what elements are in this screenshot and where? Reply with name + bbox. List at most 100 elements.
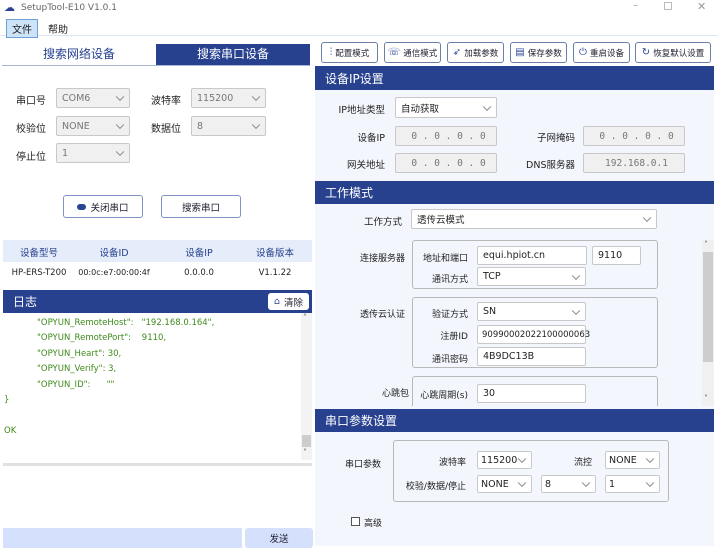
close-port-label: 关闭串口 bbox=[90, 202, 129, 214]
uart-section-header: 串口参数设置 bbox=[315, 409, 714, 432]
port-label: 串口号 bbox=[16, 96, 46, 107]
uart-baud-label: 波特率 bbox=[438, 458, 466, 468]
scroll-thumb[interactable] bbox=[703, 252, 713, 362]
scroll-up-icon[interactable]: ˄ bbox=[704, 240, 708, 249]
protocol-select[interactable]: TCP bbox=[477, 267, 586, 286]
verify-method-select[interactable]: SN bbox=[477, 302, 586, 321]
chevron-down-icon bbox=[482, 102, 492, 111]
device-ip-value: 0 . 0 . 0 . 0 bbox=[411, 130, 486, 142]
log-line: "OPYUN_RemoteHost": "192.168.0.164", bbox=[37, 318, 215, 328]
ip-type-label: IP地址类型 bbox=[338, 105, 385, 116]
ip-section-title: 设备IP设置 bbox=[325, 71, 384, 86]
minimize-button[interactable]: – bbox=[633, 0, 638, 11]
chevron-down-icon bbox=[645, 454, 655, 464]
gateway-label: 网关地址 bbox=[346, 160, 385, 171]
cell-model: HP-ERS-T200 bbox=[11, 268, 67, 278]
databits-select[interactable]: 8 bbox=[191, 116, 266, 136]
baud-label: 波特率 bbox=[151, 96, 181, 107]
flow-control-value: NONE bbox=[609, 454, 637, 466]
log-area[interactable]: "OPYUN_RemoteHost": "192.168.0.164", "OP… bbox=[3, 313, 312, 460]
flow-control-select[interactable]: NONE bbox=[605, 451, 660, 469]
search-port-label: 搜索串口 bbox=[181, 202, 220, 214]
search-port-button[interactable]: 搜索串口 bbox=[161, 195, 241, 218]
scroll-thumb[interactable] bbox=[302, 435, 311, 447]
tab-serial-search[interactable]: 搜索串口设备 bbox=[156, 44, 310, 65]
close-port-button[interactable]: 关闭串口 bbox=[63, 195, 143, 218]
uart-parity-select[interactable]: NONE bbox=[477, 475, 532, 493]
heartbeat-period-input[interactable]: 30 bbox=[477, 384, 586, 403]
port-value: COM6 bbox=[62, 92, 91, 104]
uart-databits-select[interactable]: 8 bbox=[541, 475, 596, 493]
uart-baud-select[interactable]: 115200 bbox=[477, 451, 532, 469]
restart-label: 重启设备 bbox=[589, 48, 624, 59]
power-icon: ⏻ bbox=[579, 47, 587, 58]
port-select[interactable]: COM6 bbox=[56, 88, 130, 108]
gateway-field[interactable]: 0 . 0 . 0 . 0 bbox=[395, 153, 497, 173]
close-button[interactable]: ✕ bbox=[697, 0, 706, 13]
ip-type-value: 自动获取 bbox=[401, 103, 440, 115]
advanced-checkbox[interactable] bbox=[351, 517, 360, 526]
save-icon: ▤ bbox=[515, 47, 525, 58]
server-port-input[interactable]: 9110 bbox=[592, 246, 641, 265]
chevron-down-icon bbox=[251, 92, 261, 102]
work-scrollbar[interactable]: ˄ ˅ bbox=[702, 240, 714, 406]
chevron-down-icon bbox=[251, 120, 261, 130]
work-section-title: 工作模式 bbox=[325, 186, 374, 200]
send-input[interactable] bbox=[3, 528, 242, 548]
stopbits-select[interactable]: 1 bbox=[56, 143, 130, 163]
ip-type-select[interactable]: 自动获取 bbox=[395, 97, 497, 118]
uart-stopbits-select[interactable]: 1 bbox=[605, 475, 660, 493]
uart-stopbits-value: 1 bbox=[609, 478, 616, 490]
verify-method-value: SN bbox=[483, 306, 497, 317]
baud-value: 115200 bbox=[197, 92, 234, 104]
device-ip-field[interactable]: 0 . 0 . 0 . 0 bbox=[395, 126, 497, 146]
dns-field[interactable]: 192.168.0.1 bbox=[583, 153, 685, 173]
maximize-button[interactable] bbox=[664, 2, 672, 10]
comm-mode-label: 通信模式 bbox=[403, 48, 438, 59]
tab-underline bbox=[2, 65, 310, 66]
restart-button[interactable]: ⏻ 重启设备 bbox=[573, 42, 630, 63]
scroll-down-icon[interactable]: ˅ bbox=[303, 448, 307, 457]
register-id-input[interactable]: 90990002022100000063 bbox=[477, 325, 590, 344]
load-params-button[interactable]: ➶ 加载参数 bbox=[447, 42, 504, 63]
chevron-down-icon bbox=[115, 92, 125, 102]
clear-log-button[interactable]: ⌂ 清除 bbox=[268, 293, 309, 310]
work-scroll-area[interactable]: 连接服务器 地址和端口 equi.hpiot.cn 9110 通讯方式 TCP … bbox=[315, 236, 714, 406]
server-address-input[interactable]: equi.hpiot.cn bbox=[477, 246, 587, 265]
tab-network-search[interactable]: 搜索网络设备 bbox=[2, 44, 156, 65]
log-line: "OPYUN_Verify": 3, bbox=[37, 364, 117, 374]
send-button[interactable]: 发送 bbox=[245, 528, 313, 548]
comm-password-input[interactable]: 4B9DC13B bbox=[477, 347, 586, 366]
save-params-button[interactable]: ▤ 保存参数 bbox=[510, 42, 567, 63]
subnet-field[interactable]: 0 . 0 . 0 . 0 bbox=[583, 126, 685, 146]
scroll-down-icon[interactable]: ˅ bbox=[704, 394, 708, 403]
dns-label: DNS服务器 bbox=[526, 160, 575, 171]
flow-control-label: 流控 bbox=[573, 458, 592, 468]
log-title: 日志 bbox=[13, 295, 38, 309]
baud-select[interactable]: 115200 bbox=[191, 88, 266, 108]
load-params-label: 加载参数 bbox=[464, 48, 499, 59]
comm-mode-button[interactable]: ☏ 通信模式 bbox=[384, 42, 441, 63]
col-id: 设备ID bbox=[99, 248, 129, 259]
parity-select[interactable]: NONE bbox=[56, 116, 130, 136]
scroll-up-icon[interactable]: ˄ bbox=[303, 313, 307, 322]
work-mode-select[interactable]: 透传云模式 bbox=[411, 209, 657, 229]
restore-defaults-button[interactable]: ↻ 恢复默认设置 bbox=[635, 42, 711, 63]
table-row[interactable]: HP-ERS-T200 00:0c:e7:00:00:4f 0.0.0.0 V1… bbox=[3, 262, 312, 286]
splitter[interactable] bbox=[3, 463, 312, 466]
port-status-icon bbox=[77, 203, 87, 210]
menu-file[interactable]: 文件 bbox=[6, 19, 38, 38]
server-address-value: equi.hpiot.cn bbox=[483, 250, 546, 261]
uart-parity-value: NONE bbox=[481, 478, 509, 490]
log-scrollbar[interactable]: ˄ ˅ bbox=[301, 313, 312, 460]
broom-icon: ⌂ bbox=[273, 296, 280, 307]
comm-password-label: 通讯密码 bbox=[431, 355, 468, 365]
auth-label: 透传云认证 bbox=[360, 310, 406, 320]
col-model: 设备型号 bbox=[19, 248, 58, 259]
device-ip-label: 设备IP bbox=[357, 133, 385, 144]
register-id-value: 90990002022100000063 bbox=[482, 329, 591, 340]
uart-baud-value: 115200 bbox=[481, 454, 518, 466]
chevron-down-icon bbox=[645, 478, 655, 488]
config-mode-button[interactable]: ⫶ 配置模式 bbox=[321, 42, 378, 63]
menu-help[interactable]: 帮助 bbox=[48, 21, 68, 36]
